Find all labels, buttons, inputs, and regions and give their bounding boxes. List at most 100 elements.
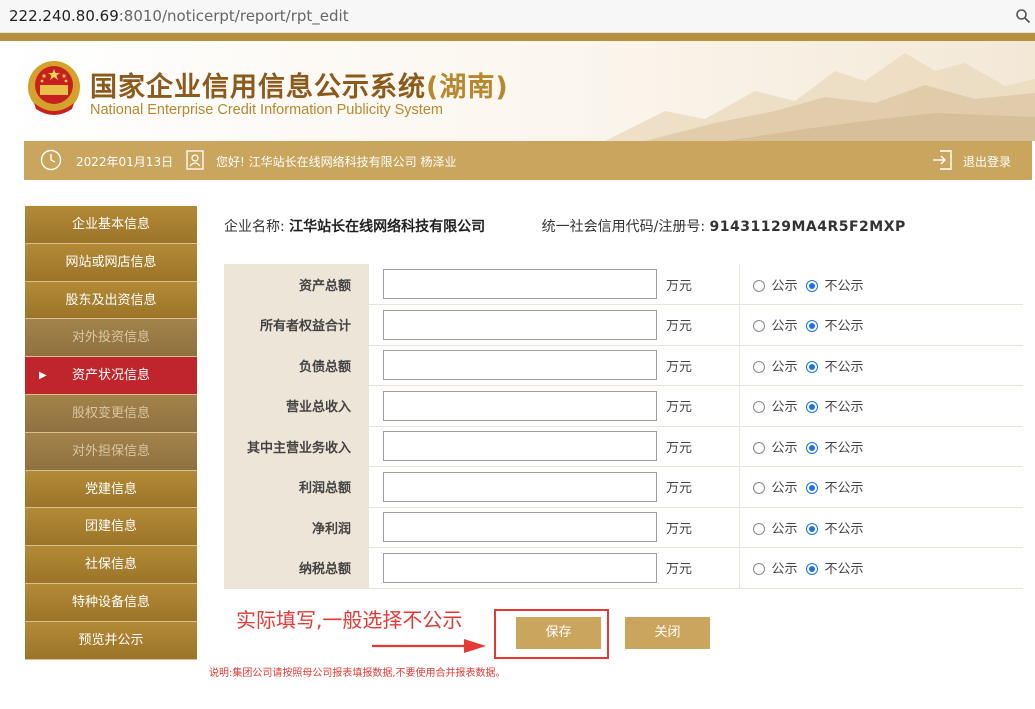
radio-private[interactable] bbox=[805, 563, 818, 576]
sidebar-item-preview-publish[interactable]: 预览并公示 bbox=[25, 621, 197, 660]
credit-code: 91431129MA4R5F2MXP bbox=[709, 219, 906, 235]
site-title-cn: 国家企业信用信息公示系统(湖南) bbox=[90, 65, 509, 104]
field-label: 所有者权益合计 bbox=[224, 304, 369, 346]
sidebar-item-asset-info[interactable]: ▶ 资产状况信息 bbox=[25, 357, 197, 395]
field-label: 资产总额 bbox=[224, 264, 369, 305]
publicity-options: 公示 不公示 bbox=[738, 264, 1023, 305]
unit-label: 万元 bbox=[666, 319, 693, 335]
url-host: 222.240.80.69 bbox=[9, 7, 119, 25]
browser-address-bar[interactable]: 222.240.80.69:8010/noticerpt/report/rpt_… bbox=[0, 0, 1035, 33]
sidebar-item-league-info[interactable]: 团建信息 bbox=[25, 508, 197, 547]
publicity-options: 公示 不公示 bbox=[738, 345, 1023, 386]
radio-public[interactable] bbox=[752, 320, 765, 333]
amount-input[interactable] bbox=[383, 431, 657, 462]
radio-private[interactable] bbox=[805, 360, 818, 373]
publicity-options: 公示 不公示 bbox=[738, 507, 1023, 548]
publicity-options: 公示 不公示 bbox=[738, 426, 1023, 467]
site-title-province: (湖南) bbox=[426, 72, 509, 103]
field-input-cell: 万元 bbox=[369, 547, 739, 589]
radio-public[interactable] bbox=[752, 401, 765, 414]
field-label: 负债总额 bbox=[224, 345, 369, 386]
sidebar-item-basic-info[interactable]: 企业基本信息 bbox=[25, 206, 197, 244]
radio-public-label: 公示 bbox=[771, 278, 798, 294]
radio-private-label: 不公示 bbox=[824, 400, 864, 416]
logout-icon[interactable] bbox=[932, 150, 952, 170]
close-button[interactable]: 关闭 bbox=[625, 617, 710, 649]
field-label: 纳税总额 bbox=[224, 547, 369, 589]
amount-input[interactable] bbox=[383, 552, 657, 583]
radio-private[interactable] bbox=[805, 522, 818, 535]
clock-icon bbox=[40, 149, 62, 171]
save-button[interactable]: 保存 bbox=[516, 617, 601, 649]
radio-public-label: 公示 bbox=[771, 562, 798, 578]
url-text[interactable]: 222.240.80.69:8010/noticerpt/report/rpt_… bbox=[9, 7, 349, 25]
sidebar-item-label: 对外投资信息 bbox=[71, 330, 150, 346]
radio-private-label: 不公示 bbox=[824, 440, 864, 456]
sidebar-item-party-info[interactable]: 党建信息 bbox=[25, 470, 197, 509]
user-info-bar: 2022年01月13日 您好! 江华站长在线网络科技有限公司 杨泽业 退出登录 bbox=[24, 141, 1032, 180]
radio-public[interactable] bbox=[752, 441, 765, 454]
sidebar-item-label: 企业基本信息 bbox=[71, 217, 150, 232]
unit-label: 万元 bbox=[666, 562, 693, 578]
logout-link[interactable]: 退出登录 bbox=[963, 153, 1011, 170]
field-label: 净利润 bbox=[224, 507, 369, 548]
radio-public-label: 公示 bbox=[771, 400, 798, 416]
amount-input[interactable] bbox=[383, 471, 657, 502]
radio-private[interactable] bbox=[805, 441, 818, 454]
publicity-options: 公示 不公示 bbox=[738, 304, 1023, 346]
radio-private-label: 不公示 bbox=[824, 319, 864, 335]
amount-input[interactable] bbox=[383, 390, 657, 421]
amount-input[interactable] bbox=[383, 269, 657, 299]
active-arrow-icon: ▶ bbox=[39, 370, 47, 382]
unit-label: 万元 bbox=[666, 440, 693, 456]
radio-private-label: 不公示 bbox=[824, 278, 864, 294]
radio-public-label: 公示 bbox=[771, 359, 798, 375]
radio-private[interactable] bbox=[805, 401, 818, 414]
sidebar-item-label: 社保信息 bbox=[84, 557, 137, 573]
field-input-cell: 万元 bbox=[369, 507, 739, 548]
radio-private[interactable] bbox=[805, 320, 818, 333]
field-label: 利润总额 bbox=[224, 466, 369, 508]
sidebar-item-label: 团建信息 bbox=[84, 519, 137, 535]
radio-public[interactable] bbox=[752, 522, 765, 535]
sidebar-item-social-security-info[interactable]: 社保信息 bbox=[25, 546, 197, 584]
unit-label: 万元 bbox=[666, 278, 693, 294]
form-row: 所有者权益合计 万元 公示 不公示 bbox=[224, 304, 1023, 346]
field-input-cell: 万元 bbox=[369, 264, 739, 305]
radio-public[interactable] bbox=[752, 360, 765, 373]
site-title-en: National Enterprise Credit Information P… bbox=[90, 102, 443, 118]
sidebar-item-website-info[interactable]: 网站或网店信息 bbox=[25, 243, 197, 282]
radio-public-label: 公示 bbox=[771, 319, 798, 335]
publicity-options: 公示 不公示 bbox=[738, 466, 1023, 508]
company-header: 企业名称: 江华站长在线网络科技有限公司 统一社会信用代码/注册号: 91431… bbox=[224, 216, 906, 236]
user-greeting: 您好! 江华站长在线网络科技有限公司 杨泽业 bbox=[216, 155, 457, 169]
field-label: 营业总收入 bbox=[224, 385, 369, 427]
radio-private-label: 不公示 bbox=[824, 359, 864, 375]
publicity-options: 公示 不公示 bbox=[738, 385, 1023, 427]
form-row: 利润总额 万元 公示 不公示 bbox=[224, 466, 1023, 508]
unit-label: 万元 bbox=[666, 359, 693, 375]
field-label: 其中主营业务收入 bbox=[224, 426, 369, 467]
radio-public[interactable] bbox=[752, 563, 765, 576]
search-icon[interactable] bbox=[1015, 8, 1031, 24]
mountain-landscape-decoration bbox=[605, 53, 1035, 141]
company-name-label: 企业名称: bbox=[224, 219, 285, 235]
radio-public[interactable] bbox=[752, 279, 765, 292]
unit-label: 万元 bbox=[666, 481, 693, 497]
radio-private[interactable] bbox=[805, 279, 818, 292]
field-input-cell: 万元 bbox=[369, 345, 739, 386]
sidebar-item-label: 特种设备信息 bbox=[71, 594, 150, 610]
sidebar-item-label: 股权变更信息 bbox=[71, 405, 150, 421]
site-banner: 国家企业信用信息公示系统(湖南) National Enterprise Cre… bbox=[0, 41, 1035, 141]
amount-input[interactable] bbox=[383, 309, 657, 340]
radio-private-label: 不公示 bbox=[824, 562, 864, 578]
sidebar-item-special-equipment-info[interactable]: 特种设备信息 bbox=[25, 583, 197, 622]
sidebar-item-label: 网站或网店信息 bbox=[65, 254, 157, 270]
radio-private[interactable] bbox=[805, 482, 818, 495]
amount-input[interactable] bbox=[383, 350, 657, 381]
sidebar-item-shareholder-info[interactable]: 股东及出资信息 bbox=[25, 281, 197, 320]
amount-input[interactable] bbox=[383, 512, 657, 543]
radio-public[interactable] bbox=[752, 482, 765, 495]
red-arrow-icon bbox=[372, 639, 486, 653]
form-row: 其中主营业务收入 万元 公示 不公示 bbox=[224, 426, 1023, 467]
